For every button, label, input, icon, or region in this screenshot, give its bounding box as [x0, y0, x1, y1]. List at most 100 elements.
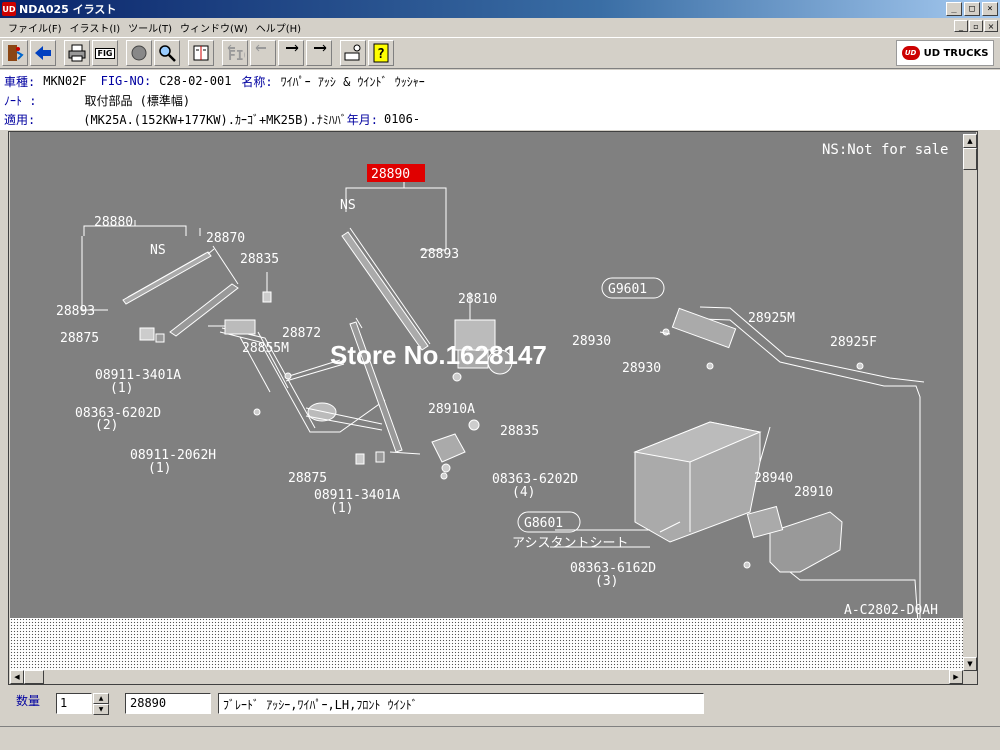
title-bar: UD NDA025 イラスト _ □ ×: [0, 0, 1000, 18]
prev-illustration-button[interactable]: [250, 40, 276, 66]
fig-no-label: FIG-NO:: [100, 74, 152, 88]
close-button[interactable]: ×: [982, 2, 998, 16]
drawing-id: A-C2802-D0AH: [844, 603, 938, 618]
label-ns-right: NS: [340, 198, 356, 213]
label-28910[interactable]: 28910: [794, 485, 833, 500]
label-qty-1-a: (1): [110, 381, 133, 396]
prev-fig-button[interactable]: FIG: [222, 40, 248, 66]
scroll-down-arrow-icon[interactable]: ▼: [963, 657, 977, 671]
mdi-minimize-button[interactable]: _: [954, 20, 968, 32]
label-28893-left[interactable]: 28893: [56, 304, 95, 319]
window-title: NDA025 イラスト: [19, 3, 117, 16]
menu-illustration[interactable]: イラスト(I): [66, 20, 125, 35]
vertical-scrollbar[interactable]: ▲ ▼: [963, 134, 977, 671]
label-ns-left: NS: [150, 243, 166, 258]
label-08911-3401a-bottom[interactable]: 08911-3401A: [314, 488, 400, 503]
label-qty-2: (2): [95, 418, 118, 433]
label-28910a[interactable]: 28910A: [428, 402, 475, 417]
vehicle-label: 車種:: [4, 74, 36, 89]
note-label: ﾉｰﾄ :: [4, 93, 37, 108]
label-28925f[interactable]: 28925F: [830, 335, 877, 350]
app-icon: UD: [2, 2, 16, 16]
maximize-button[interactable]: □: [964, 2, 980, 16]
part-number-field[interactable]: 28890: [125, 693, 211, 714]
help-icon[interactable]: ?: [368, 40, 394, 66]
circle-icon[interactable]: [126, 40, 152, 66]
label-28870[interactable]: 28870: [206, 231, 245, 246]
quantity-up-icon[interactable]: ▲: [93, 693, 109, 704]
label-28880[interactable]: 28880: [94, 215, 133, 230]
apply-label: 適用:: [4, 112, 36, 127]
label-28930-bottom[interactable]: 28930: [622, 361, 661, 376]
horizontal-scroll-thumb[interactable]: [24, 670, 44, 684]
menu-window[interactable]: ウィンドウ(W): [176, 20, 252, 35]
vertical-scroll-thumb[interactable]: [963, 148, 977, 170]
label-28875-bottom[interactable]: 28875: [288, 471, 327, 486]
quantity-input[interactable]: 1: [56, 693, 92, 714]
scroll-up-arrow-icon[interactable]: ▲: [963, 134, 977, 148]
label-28875-top[interactable]: 28875: [60, 331, 99, 346]
ud-trucks-logo: UD UD TRUCKS: [896, 40, 994, 66]
dotted-margin: [10, 618, 976, 670]
label-g9601[interactable]: G9601: [608, 282, 647, 297]
mdi-close-button[interactable]: ×: [984, 20, 998, 32]
divider: [0, 726, 1000, 727]
label-qty-3: (3): [595, 574, 618, 589]
book-icon[interactable]: [188, 40, 214, 66]
brand-name: UD TRUCKS: [923, 47, 989, 59]
vehicle-value: MKN02F: [43, 74, 87, 88]
back-arrow-icon[interactable]: [30, 40, 56, 66]
ud-logo-icon: UD: [901, 46, 920, 60]
menu-file[interactable]: ファイル(F): [4, 20, 66, 35]
part-info-panel: 車種: MKN02F FIG-NO: C28-02-001 名称: ﾜｲﾊﾟｰ …: [0, 70, 1000, 130]
label-qty-1-c: (1): [330, 501, 353, 516]
mdi-window-controls: _ ▫ ×: [954, 20, 998, 32]
scroll-left-arrow-icon[interactable]: ◀: [10, 670, 24, 684]
next-illustration-button[interactable]: [278, 40, 304, 66]
year-value: 0106-: [383, 112, 421, 126]
note-value: 取付部品 (標準幅): [84, 93, 191, 108]
label-08911-3401a-top[interactable]: 08911-3401A: [95, 368, 181, 383]
ns-note: NS:Not for sale: [822, 142, 948, 158]
quantity-down-icon[interactable]: ▼: [93, 704, 109, 715]
label-g8601[interactable]: G8601: [524, 516, 563, 531]
label-28872[interactable]: 28872: [282, 326, 321, 341]
part-description-field[interactable]: ﾌﾞﾚｰﾄﾞ ｱｯｼｰ,ﾜｲﾊﾟｰ,LH,ﾌﾛﾝﾄ ｳｲﾝﾄﾞ: [218, 693, 704, 714]
menu-bar: ファイル(F) イラスト(I) ツール(T) ウィンドウ(W) ヘルプ(H): [0, 18, 1000, 36]
label-28893-right[interactable]: 28893: [420, 247, 459, 262]
label-qty-4: (4): [512, 485, 535, 500]
label-qty-1-b: (1): [148, 461, 171, 476]
zoom-icon[interactable]: [154, 40, 180, 66]
label-28810[interactable]: 28810: [458, 292, 497, 307]
minimize-button[interactable]: _: [946, 2, 962, 16]
toolbar: FIG FIG ?: [0, 37, 1000, 69]
label-28890-highlight[interactable]: 28890: [371, 167, 410, 182]
name-value: ﾜｲﾊﾟｰ ｱｯｼ & ｳｲﾝﾄﾞ ｳｯｼｬｰ: [280, 74, 425, 89]
next-fig-button[interactable]: [306, 40, 332, 66]
horizontal-scrollbar[interactable]: ◀ ▶: [10, 670, 963, 684]
menu-help[interactable]: ヘルプ(H): [252, 20, 305, 35]
menu-tools[interactable]: ツール(T): [124, 20, 176, 35]
label-28940[interactable]: 28940: [754, 471, 793, 486]
fig-button[interactable]: FIG: [92, 40, 118, 66]
scroll-right-arrow-icon[interactable]: ▶: [949, 670, 963, 684]
year-label: 年月:: [346, 112, 378, 127]
exit-door-icon[interactable]: [2, 40, 28, 66]
fig-no-value: C28-02-001: [159, 74, 232, 88]
illustration-canvas[interactable]: 28890 NS:Not for sale NS NS 28880 28870 …: [10, 132, 976, 618]
label-08911-2062h[interactable]: 08911-2062H: [130, 448, 216, 463]
parts-diagram[interactable]: 28890 NS:Not for sale NS NS 28880 28870 …: [10, 132, 976, 618]
svg-text:FIG: FIG: [228, 49, 245, 63]
quantity-label: 数量: [16, 694, 41, 708]
label-28855m[interactable]: 28855M: [242, 341, 289, 356]
label-28835-top[interactable]: 28835: [240, 252, 279, 267]
label-28925m[interactable]: 28925M: [748, 311, 795, 326]
label-28930-top[interactable]: 28930: [572, 334, 611, 349]
fig-search-button[interactable]: [340, 40, 366, 66]
apply-value: (MK25A.(152KW+177KW).ｶｰｺﾞ+MK25B).ﾅﾐﾊﾊﾞ: [83, 112, 347, 127]
print-icon[interactable]: [64, 40, 90, 66]
name-label: 名称:: [241, 74, 273, 89]
store-watermark: Store No.1628147: [330, 340, 547, 370]
label-28835-bottom[interactable]: 28835: [500, 424, 539, 439]
mdi-restore-button[interactable]: ▫: [969, 20, 983, 32]
